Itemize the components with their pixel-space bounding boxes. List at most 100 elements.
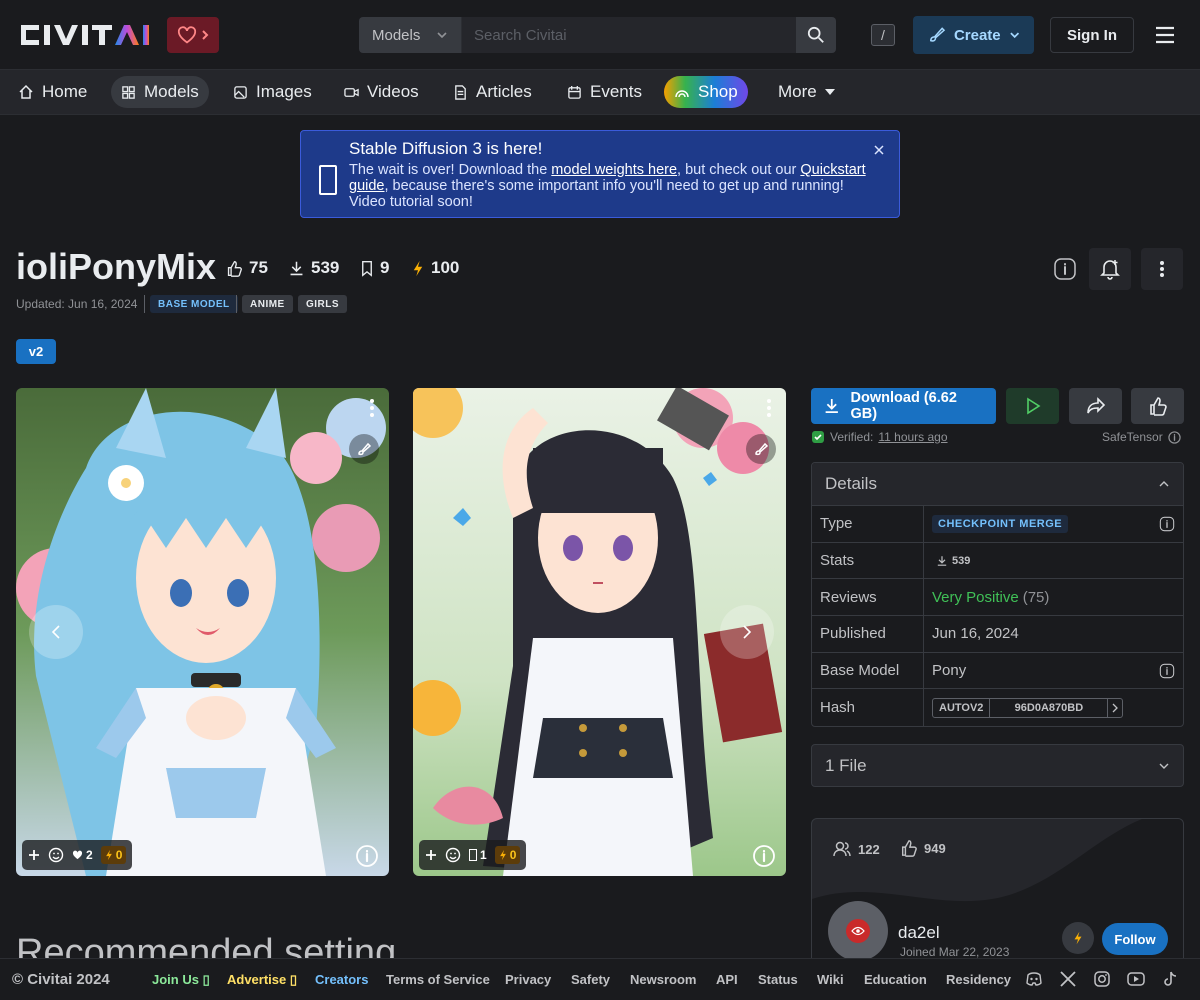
version-tab-v2[interactable]: v2 <box>16 339 56 364</box>
nav-more-label: More <box>778 82 817 101</box>
like-button[interactable] <box>1131 388 1184 424</box>
discord-icon[interactable] <box>1025 970 1043 988</box>
bell-plus-icon <box>1100 260 1120 280</box>
civitai-logo[interactable] <box>17 19 157 51</box>
nav-videos[interactable]: Videos <box>334 76 429 108</box>
footer-link-status[interactable]: Status <box>758 972 798 987</box>
shield-check-icon <box>812 431 824 443</box>
smile-icon[interactable] <box>48 847 64 863</box>
footer-link-advertise[interactable]: Advertise ▯ <box>227 972 297 988</box>
banner-close-button[interactable] <box>872 143 886 157</box>
plus-icon[interactable] <box>425 849 437 861</box>
tag-anime[interactable]: ANIME <box>242 295 293 313</box>
footer-link-safety[interactable]: Safety <box>571 972 610 987</box>
details-key: Reviews <box>812 579 924 616</box>
menu-icon[interactable] <box>1153 24 1177 46</box>
nav-articles[interactable]: Articles <box>443 76 542 108</box>
footer-link-newsroom[interactable]: Newsroom <box>630 972 696 987</box>
tip-creator-button[interactable] <box>1062 922 1094 954</box>
thumb-up-icon <box>227 260 242 277</box>
brush-icon <box>755 442 769 456</box>
calendar-icon <box>568 85 581 99</box>
run-button[interactable] <box>1006 388 1059 424</box>
caret-down-icon <box>824 89 835 95</box>
tip-buzz-button[interactable]: 0 <box>100 846 127 864</box>
footer-link-api[interactable]: API <box>716 972 738 987</box>
divider <box>236 295 237 313</box>
sign-in-button[interactable]: Sign In <box>1050 17 1134 53</box>
hash-widget[interactable]: AUTOV2 96D0A870BD <box>932 697 1124 718</box>
hash-value[interactable]: 96D0A870BD <box>990 698 1109 717</box>
dots-vertical-icon[interactable] <box>369 398 375 418</box>
nav-models[interactable]: Models <box>111 76 209 108</box>
creator-name[interactable]: da2el <box>898 923 940 943</box>
nav-images[interactable]: Images <box>223 76 322 108</box>
photo-icon <box>234 85 247 99</box>
banner-text-2: , but check out our <box>677 162 801 178</box>
instagram-icon[interactable] <box>1093 970 1111 988</box>
brush-icon <box>358 442 372 456</box>
tag-base-model[interactable]: BASE MODEL <box>150 295 238 313</box>
footer-link-terms[interactable]: Terms of Service <box>386 972 490 987</box>
plus-icon[interactable] <box>28 849 40 861</box>
carousel-prev-button[interactable] <box>29 605 83 659</box>
footer-link-education[interactable]: Education <box>864 972 927 987</box>
nav-more[interactable]: More <box>768 76 845 108</box>
heart-reaction[interactable]: 2 <box>72 848 93 862</box>
search-input[interactable] <box>461 17 796 53</box>
info-icon[interactable] <box>1159 663 1175 679</box>
details-header[interactable]: Details <box>812 463 1183 506</box>
details-heading: Details <box>825 474 877 493</box>
footer: © Civitai 2024 Join Us ▯ Advertise ▯ Cre… <box>0 958 1200 1000</box>
remix-button[interactable] <box>746 434 776 464</box>
tip-buzz-button[interactable]: 0 <box>494 846 521 864</box>
info-icon[interactable] <box>1159 516 1175 532</box>
verified-time-link[interactable]: 11 hours ago <box>878 430 947 444</box>
download-button[interactable]: Download (6.62 GB) <box>811 388 996 424</box>
cry-count: 1 <box>480 848 487 862</box>
info-icon[interactable] <box>355 844 379 868</box>
footer-link-privacy[interactable]: Privacy <box>505 972 551 987</box>
info-icon <box>1054 258 1076 280</box>
footer-link-join-us[interactable]: Join Us ▯ <box>152 972 210 988</box>
create-button[interactable]: Create <box>913 16 1034 54</box>
dots-vertical-icon[interactable] <box>766 398 772 418</box>
info-icon[interactable] <box>1168 430 1181 444</box>
x-twitter-icon[interactable] <box>1059 970 1077 988</box>
footer-link-residency[interactable]: Residency <box>946 972 1011 987</box>
lightning-icon <box>1074 931 1082 945</box>
chevron-right-icon <box>743 625 752 639</box>
hash-next-button[interactable] <box>1108 699 1122 717</box>
notify-button[interactable] <box>1089 248 1131 290</box>
verified-prefix: Verified: <box>830 430 874 444</box>
search-type-select[interactable]: Models <box>359 17 461 53</box>
follow-button[interactable]: Follow <box>1102 923 1168 955</box>
tag-girls[interactable]: GIRLS <box>298 295 348 313</box>
nav-home[interactable]: Home <box>8 76 97 108</box>
search-button[interactable] <box>796 17 836 53</box>
avatar[interactable] <box>828 901 888 961</box>
heart-icon <box>72 850 83 860</box>
tiktok-icon[interactable] <box>1161 970 1179 988</box>
model-weights-link[interactable]: model weights here <box>551 162 677 178</box>
banner-icon <box>319 165 337 195</box>
model-info-button[interactable] <box>1044 248 1086 290</box>
footer-link-creators[interactable]: Creators <box>315 972 368 987</box>
footer-link-wiki[interactable]: Wiki <box>817 972 844 987</box>
nav-shop[interactable]: Shop <box>664 76 748 108</box>
youtube-icon[interactable] <box>1127 970 1145 988</box>
share-button[interactable] <box>1069 388 1122 424</box>
more-options-button[interactable] <box>1141 248 1183 290</box>
review-summary[interactable]: Very Positive <box>932 589 1019 606</box>
carousel-next-button[interactable] <box>720 605 774 659</box>
info-icon[interactable] <box>752 844 776 868</box>
support-heart-button[interactable] <box>167 17 219 53</box>
nav-events[interactable]: Events <box>557 76 652 108</box>
downloads-count: 539 <box>311 258 340 277</box>
header: Models / Create Sign In <box>0 0 1200 70</box>
remix-button[interactable] <box>349 434 379 464</box>
model-type-badge: CHECKPOINT MERGE <box>932 514 1069 533</box>
cry-reaction[interactable]: 1 <box>469 848 487 862</box>
files-accordion[interactable]: 1 File <box>811 744 1184 787</box>
smile-icon[interactable] <box>445 847 461 863</box>
